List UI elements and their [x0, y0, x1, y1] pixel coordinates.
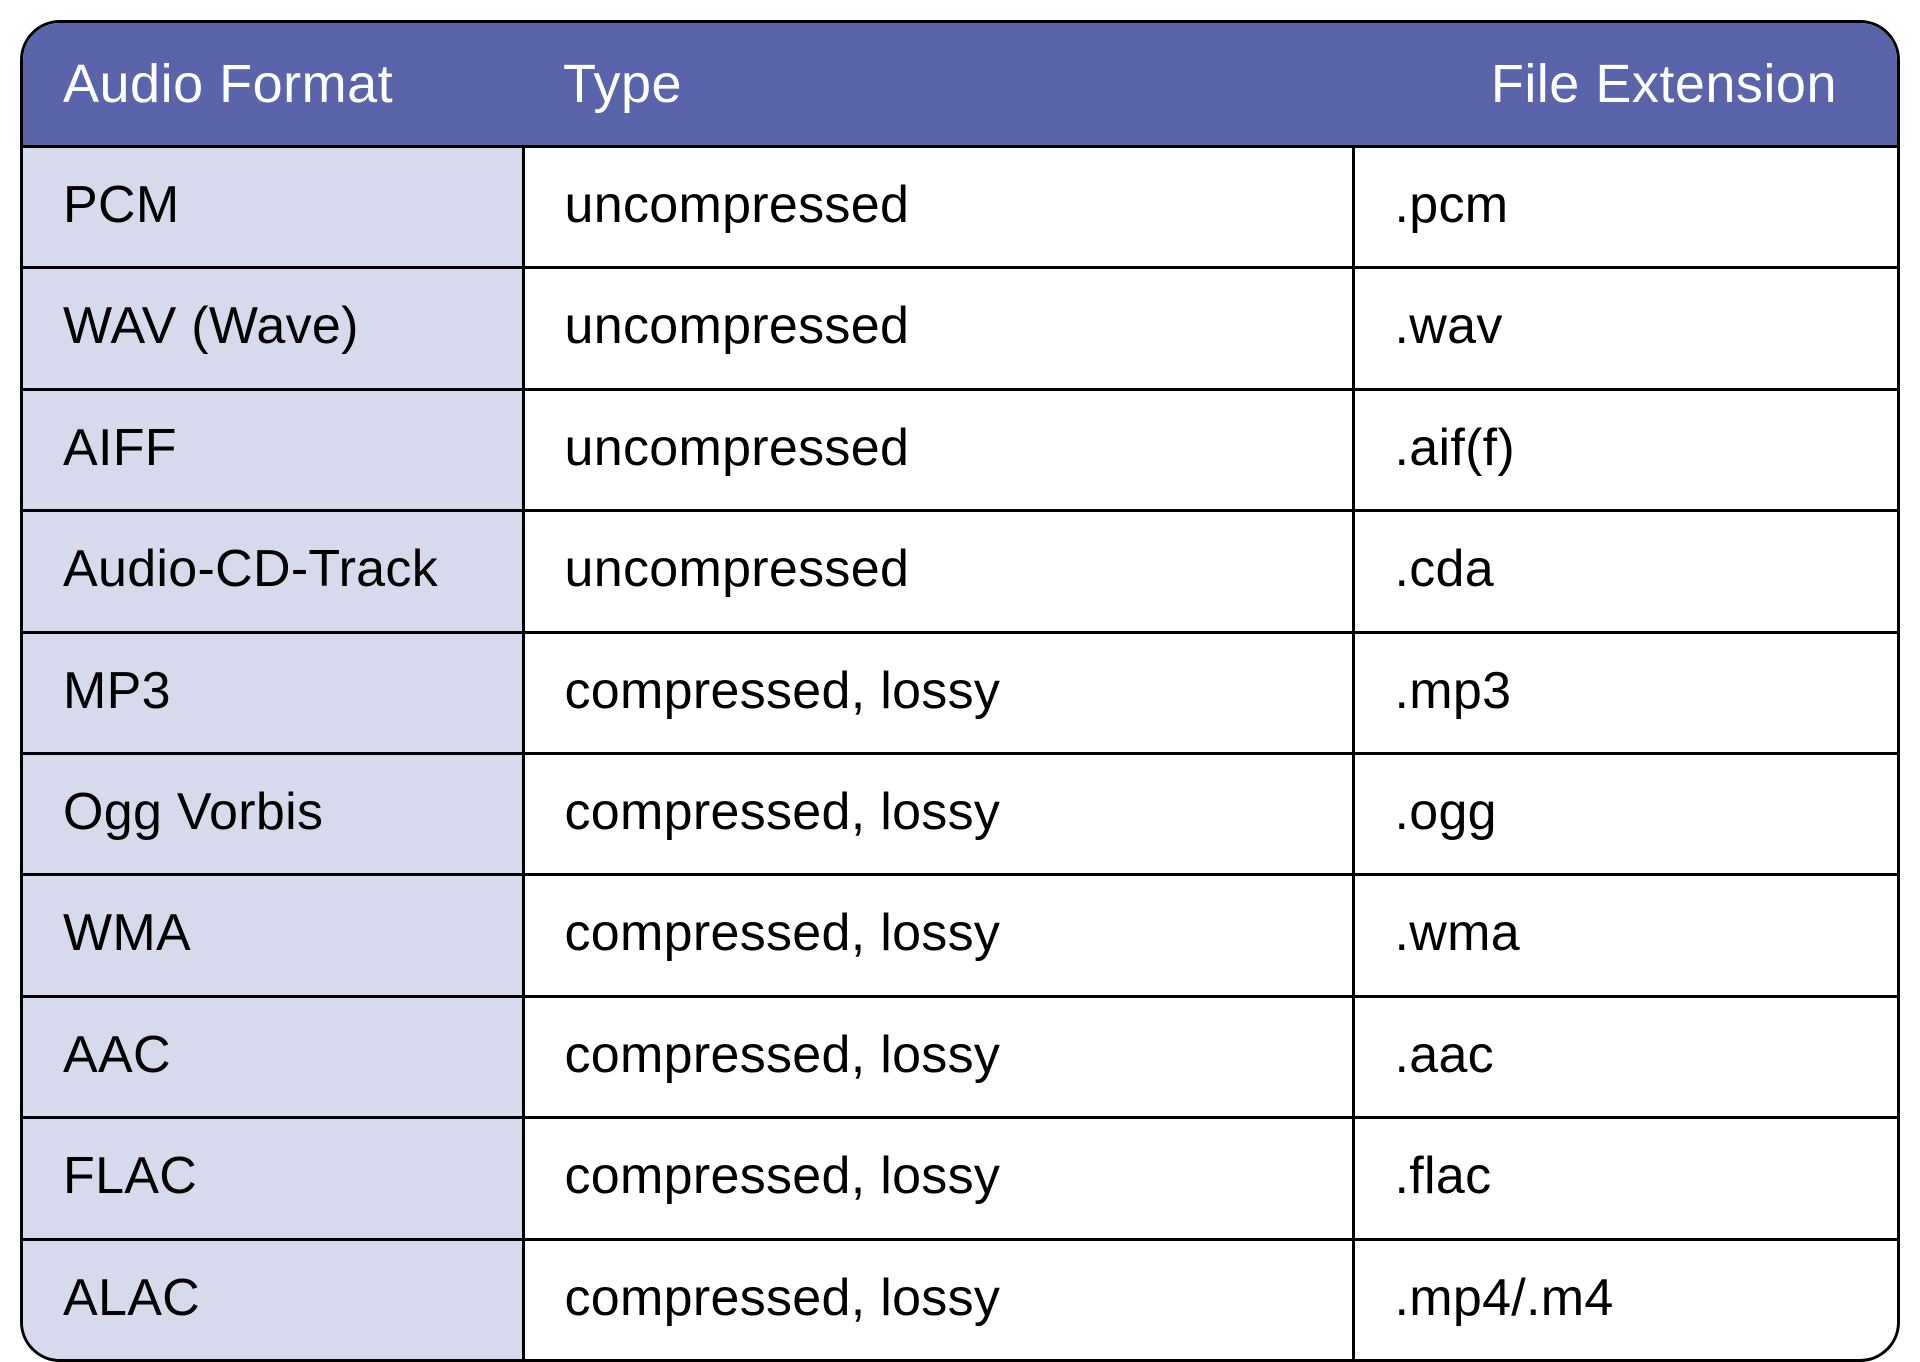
table: Audio Format Type File Extension PCM unc…	[23, 23, 1897, 1359]
table-row: WMA compressed, lossy .wma	[23, 875, 1897, 996]
cell-format: WAV (Wave)	[23, 268, 523, 389]
table-row: Ogg Vorbis compressed, lossy .ogg	[23, 753, 1897, 874]
table-row: ALAC compressed, lossy .mp4/.m4	[23, 1239, 1897, 1359]
cell-ext: .mp4/.m4	[1353, 1239, 1897, 1359]
table-row: FLAC compressed, lossy .flac	[23, 1118, 1897, 1239]
cell-type: uncompressed	[523, 389, 1353, 510]
cell-format: WMA	[23, 875, 523, 996]
cell-format: FLAC	[23, 1118, 523, 1239]
cell-ext: .mp3	[1353, 632, 1897, 753]
cell-type: compressed, lossy	[523, 753, 1353, 874]
col-header-ext: File Extension	[1353, 23, 1897, 147]
cell-type: compressed, lossy	[523, 996, 1353, 1117]
cell-ext: .ogg	[1353, 753, 1897, 874]
cell-format: ALAC	[23, 1239, 523, 1359]
cell-format: MP3	[23, 632, 523, 753]
cell-format: Audio-CD-Track	[23, 511, 523, 632]
col-header-format: Audio Format	[23, 23, 523, 147]
cell-format: AIFF	[23, 389, 523, 510]
cell-ext: .cda	[1353, 511, 1897, 632]
cell-ext: .aif(f)	[1353, 389, 1897, 510]
table-row: Audio-CD-Track uncompressed .cda	[23, 511, 1897, 632]
table-row: AIFF uncompressed .aif(f)	[23, 389, 1897, 510]
table-row: WAV (Wave) uncompressed .wav	[23, 268, 1897, 389]
cell-type: uncompressed	[523, 268, 1353, 389]
table-row: AAC compressed, lossy .aac	[23, 996, 1897, 1117]
col-header-type: Type	[523, 23, 1353, 147]
cell-type: compressed, lossy	[523, 632, 1353, 753]
cell-ext: .wav	[1353, 268, 1897, 389]
cell-ext: .flac	[1353, 1118, 1897, 1239]
cell-type: compressed, lossy	[523, 875, 1353, 996]
cell-ext: .pcm	[1353, 147, 1897, 268]
cell-type: uncompressed	[523, 511, 1353, 632]
audio-formats-table: Audio Format Type File Extension PCM unc…	[20, 20, 1900, 1362]
table-row: MP3 compressed, lossy .mp3	[23, 632, 1897, 753]
table-row: PCM uncompressed .pcm	[23, 147, 1897, 268]
cell-ext: .aac	[1353, 996, 1897, 1117]
cell-type: compressed, lossy	[523, 1118, 1353, 1239]
table-header-row: Audio Format Type File Extension	[23, 23, 1897, 147]
cell-type: compressed, lossy	[523, 1239, 1353, 1359]
cell-format: Ogg Vorbis	[23, 753, 523, 874]
cell-format: AAC	[23, 996, 523, 1117]
cell-ext: .wma	[1353, 875, 1897, 996]
cell-format: PCM	[23, 147, 523, 268]
cell-type: uncompressed	[523, 147, 1353, 268]
